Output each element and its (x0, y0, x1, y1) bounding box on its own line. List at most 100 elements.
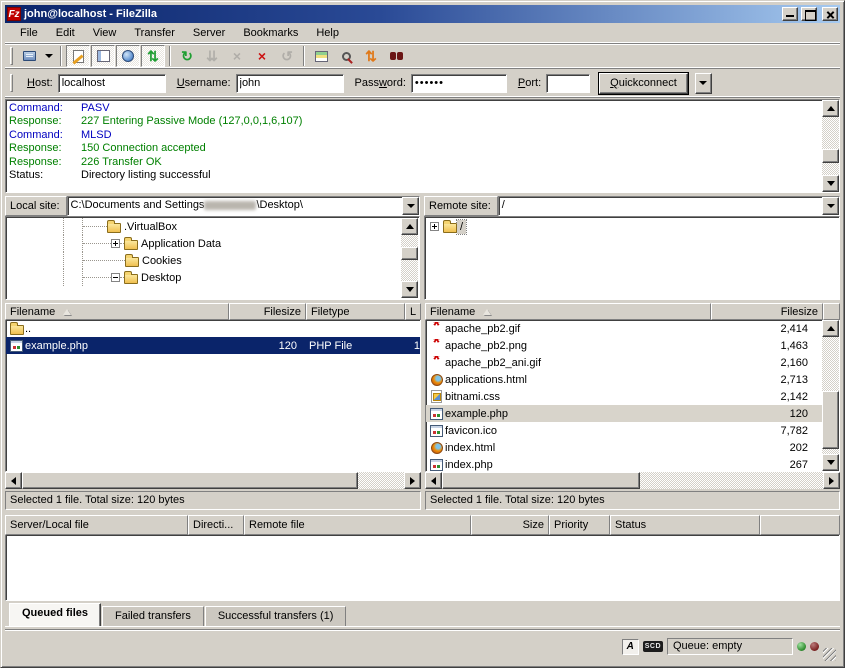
menu-bookmarks[interactable]: Bookmarks (234, 25, 307, 41)
menu-transfer[interactable]: Transfer (125, 25, 184, 41)
resize-grip[interactable] (823, 648, 836, 661)
file-row[interactable]: * apache_pb2.png 1,463 (426, 337, 839, 354)
remote-list-horizontal-scrollbar[interactable] (425, 472, 840, 489)
username-input[interactable] (236, 74, 344, 93)
speed-limit-icon[interactable]: SCD (643, 641, 663, 652)
scroll-up-button[interactable] (401, 218, 418, 235)
filter-button[interactable] (309, 45, 333, 67)
file-row[interactable]: applications.html 2,713 (426, 371, 839, 388)
column-header-size[interactable]: Size (471, 515, 549, 535)
close-button[interactable] (822, 7, 838, 21)
find-files-button[interactable] (384, 45, 408, 67)
tree-item-root[interactable]: / (426, 218, 821, 235)
toggle-remote-tree-button[interactable] (116, 45, 140, 67)
scroll-track[interactable] (401, 235, 418, 281)
toggle-local-tree-button[interactable] (91, 45, 115, 67)
quickconnect-dropdown-button[interactable] (695, 73, 712, 94)
scroll-track[interactable] (822, 117, 839, 175)
site-manager-dropdown-button[interactable] (42, 45, 56, 67)
file-row[interactable]: index.html 202 (426, 439, 839, 456)
remote-path-combo[interactable]: / (498, 196, 840, 216)
transfer-type-indicator-icon[interactable]: A (622, 639, 639, 655)
menu-help[interactable]: Help (307, 25, 348, 41)
local-path-combo[interactable]: C:\Documents and Settings\Desktop\ (67, 196, 420, 216)
scroll-right-button[interactable] (823, 472, 840, 489)
scroll-track[interactable] (822, 337, 839, 454)
column-header-filetype[interactable]: Filetype (306, 303, 405, 320)
local-tree-vertical-scrollbar[interactable] (401, 218, 418, 298)
cancel-operation-button[interactable]: × (225, 45, 249, 67)
refresh-button[interactable]: ↻ (175, 45, 199, 67)
tab-queued-files[interactable]: Queued files (9, 603, 101, 626)
scroll-down-button[interactable] (401, 281, 418, 298)
column-header-remote-file[interactable]: Remote file (244, 515, 471, 535)
password-input[interactable] (411, 74, 507, 93)
scroll-thumb[interactable] (822, 391, 839, 450)
quickconnect-grip[interactable] (10, 74, 13, 92)
expand-icon[interactable] (430, 222, 439, 231)
menu-edit[interactable]: Edit (47, 25, 84, 41)
expand-icon[interactable] (111, 239, 120, 248)
host-input[interactable] (58, 74, 166, 93)
remote-list-vertical-scrollbar[interactable] (822, 320, 839, 471)
process-queue-button[interactable]: ⇊ (200, 45, 224, 67)
tree-item-cookies[interactable]: Cookies (7, 252, 401, 269)
column-header-filesize[interactable]: Filesize (229, 303, 306, 320)
column-header-direction[interactable]: Directi... (188, 515, 244, 535)
tab-successful-transfers[interactable]: Successful transfers (1) (205, 606, 347, 626)
scroll-thumb[interactable] (822, 149, 839, 163)
synchronized-browsing-button[interactable]: ⇅ (359, 45, 383, 67)
scroll-left-button[interactable] (5, 472, 22, 489)
menu-view[interactable]: View (84, 25, 126, 41)
column-header-status[interactable]: Status (610, 515, 760, 535)
quickconnect-button[interactable]: Quickconnect (599, 73, 688, 94)
scroll-thumb[interactable] (442, 472, 640, 489)
menu-file[interactable]: File (11, 25, 47, 41)
file-row-example-php[interactable]: example.php 120 PHP File 1 (6, 337, 420, 354)
maximize-button[interactable] (801, 7, 817, 21)
directory-comparison-button[interactable] (334, 45, 358, 67)
tree-item-application-data[interactable]: Application Data (7, 235, 401, 252)
remote-path-dropdown-button[interactable] (822, 197, 839, 215)
toggle-transfer-queue-button[interactable]: ⇅ (141, 45, 165, 67)
file-row-example-php[interactable]: example.php 120 (426, 405, 839, 422)
tab-failed-transfers[interactable]: Failed transfers (102, 606, 204, 626)
port-input[interactable] (546, 74, 590, 93)
scroll-track[interactable] (442, 472, 823, 489)
file-row[interactable]: favicon.ico 7,782 (426, 422, 839, 439)
file-row[interactable]: bitnami.css 2,142 (426, 388, 839, 405)
scroll-left-button[interactable] (425, 472, 442, 489)
tree-item-desktop[interactable]: Desktop (7, 269, 401, 286)
file-row[interactable]: index.php 267 (426, 456, 839, 472)
local-path-dropdown-button[interactable] (402, 197, 419, 215)
file-row-parent-dir[interactable]: .. (6, 320, 420, 337)
scroll-track[interactable] (22, 472, 404, 489)
toolbar-grip[interactable] (10, 47, 13, 65)
column-header-priority[interactable]: Priority (549, 515, 610, 535)
tree-item-virtualbox[interactable]: .VirtualBox (7, 218, 401, 235)
toggle-message-log-button[interactable] (66, 45, 90, 67)
reconnect-button[interactable]: ↺ (275, 45, 299, 67)
window-title: john@localhost - FileZilla (24, 8, 779, 20)
scroll-down-button[interactable] (822, 454, 839, 471)
scroll-down-button[interactable] (822, 175, 839, 192)
local-list-horizontal-scrollbar[interactable] (5, 472, 421, 489)
column-header-lastmodified[interactable]: L (405, 303, 421, 320)
menu-server[interactable]: Server (184, 25, 234, 41)
site-manager-button[interactable] (17, 45, 41, 67)
file-row[interactable]: * apache_pb2_ani.gif 2,160 (426, 354, 839, 371)
minimize-button[interactable] (782, 7, 798, 21)
scroll-right-button[interactable] (404, 472, 421, 489)
disconnect-button[interactable]: × (250, 45, 274, 67)
file-row[interactable]: * apache_pb2.gif 2,414 (426, 320, 839, 337)
scroll-thumb[interactable] (22, 472, 358, 489)
column-header-filesize[interactable]: Filesize (711, 303, 823, 320)
collapse-icon[interactable] (111, 273, 120, 282)
scroll-up-button[interactable] (822, 320, 839, 337)
column-header-filename[interactable]: Filename (425, 303, 711, 320)
log-vertical-scrollbar[interactable] (822, 100, 839, 192)
scroll-up-button[interactable] (822, 100, 839, 117)
scroll-thumb[interactable] (401, 247, 418, 260)
column-header-filename[interactable]: Filename (5, 303, 229, 320)
column-header-server-local-file[interactable]: Server/Local file (5, 515, 188, 535)
